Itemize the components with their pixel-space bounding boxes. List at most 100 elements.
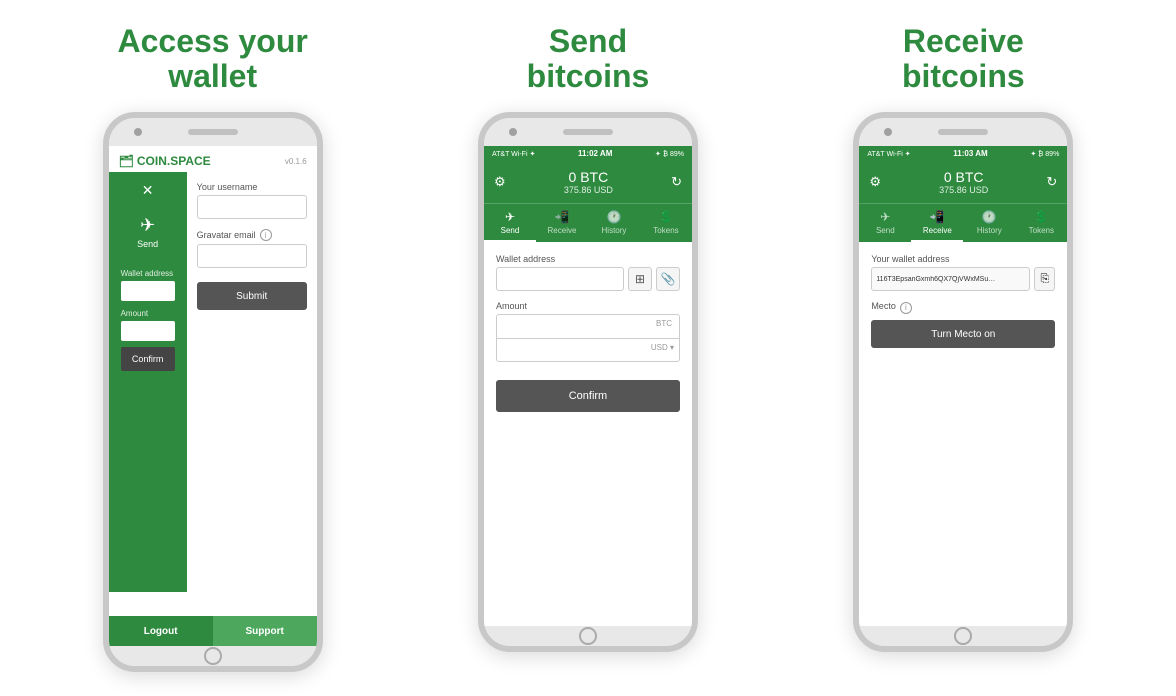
tab-history-label-2: History (602, 226, 627, 235)
mecto-row: Mecto i (871, 301, 1055, 314)
logout-button[interactable]: Logout (109, 616, 213, 646)
wallet-address-display-group: 116T3EpsanGxmh6QX7QjVWxMSunLTAoK4 ⎘ (871, 267, 1055, 291)
time-3: 11:03 AM (953, 149, 987, 158)
wallet-address-label-send: Wallet address (496, 254, 680, 264)
confirm-button-send[interactable]: Confirm (496, 380, 680, 412)
username-group: Your username (197, 182, 307, 219)
battery-2: ✦ ₿ 89% (655, 150, 684, 158)
send-confirm-btn-side[interactable]: Confirm (121, 347, 175, 371)
wallet-address-input-send[interactable] (496, 267, 624, 291)
phone-speaker-3 (938, 129, 988, 135)
qr-scan-btn[interactable]: ⊞ (628, 267, 652, 291)
gear-icon-3[interactable]: ⚙ (869, 174, 881, 190)
username-input[interactable] (197, 195, 307, 219)
tab-send-3[interactable]: ✈ Send (859, 204, 911, 242)
tab-tokens-3[interactable]: 💲 Tokens (1015, 204, 1067, 242)
wallet-address-group-receive: Your wallet address 116T3EpsanGxmh6QX7Qj… (871, 254, 1055, 291)
carrier-3: AT&T Wi-Fi ✦ (867, 150, 910, 158)
balance-display-3: 0 BTC 375.86 USD (939, 169, 988, 195)
status-bar-2: AT&T Wi-Fi ✦ 11:02 AM ✦ ₿ 89% (484, 146, 692, 161)
logo: 🗂 COIN.SPACE (119, 154, 211, 168)
mecto-label: Mecto (871, 301, 896, 311)
side-panel-form: Wallet address Amount Confirm (113, 269, 183, 371)
tab-tokens-2[interactable]: 💲 Tokens (640, 204, 692, 242)
tab-receive-label-2: Receive (548, 226, 577, 235)
phone-camera-1 (134, 128, 142, 136)
phone-send-bitcoins: AT&T Wi-Fi ✦ 11:02 AM ✦ ₿ 89% ⚙ 0 BTC 37… (478, 112, 698, 652)
wallet-address-label-receive: Your wallet address (871, 254, 1055, 264)
carrier-2: AT&T Wi-Fi ✦ (492, 150, 535, 158)
email-label: Gravatar email i (197, 229, 307, 241)
tab-history-icon-3: 🕐 (982, 210, 997, 224)
amount-input-side[interactable] (121, 321, 175, 341)
tab-send-icon-2: ✈ (505, 210, 515, 224)
receive-form: Your wallet address 116T3EpsanGxmh6QX7Qj… (859, 242, 1067, 360)
time-2: 11:02 AM (578, 149, 612, 158)
wallet-address-input-side[interactable] (121, 281, 175, 301)
home-button-3[interactable] (954, 627, 972, 645)
app-header-3: ⚙ 0 BTC 375.86 USD ↻ (859, 161, 1067, 203)
phone-bottom-bar-3 (859, 626, 1067, 646)
bottom-bar: Logout Support (109, 616, 317, 646)
mecto-label-group: Mecto i (871, 301, 912, 314)
email-info-icon: i (260, 229, 272, 241)
usd-amount-3: 375.86 USD (939, 185, 988, 195)
usd-input-wrapper: USD ▾ (496, 338, 680, 362)
usd-currency-label: USD ▾ (651, 343, 674, 352)
phone-screen-3: AT&T Wi-Fi ✦ 11:03 AM ✦ ₿ 89% ⚙ 0 BTC 37… (859, 146, 1067, 626)
tab-send-icon-3: ✈ (880, 210, 890, 224)
wallet-address-label-side: Wallet address (121, 269, 175, 278)
turn-mecto-button[interactable]: Turn Mecto on (871, 320, 1055, 348)
side-send-panel: ✕ ✈ Send Wallet address Amount Confirm (109, 172, 187, 592)
phone-top-bar-1 (109, 118, 317, 146)
tab-tokens-label-3: Tokens (1029, 226, 1054, 235)
section-receive-bitcoins: Receive bitcoins AT&T Wi-Fi ✦ 11:03 AM ✦… (791, 24, 1136, 652)
login-header: 🗂 COIN.SPACE v0.1.6 (109, 146, 317, 172)
tab-history-2[interactable]: 🕐 History (588, 204, 640, 242)
phone-camera-3 (884, 128, 892, 136)
tab-history-icon-2: 🕐 (607, 210, 622, 224)
btc-amount-3: 0 BTC (939, 169, 988, 185)
close-side-panel-btn[interactable]: ✕ (142, 182, 154, 199)
phone-screen-1: 🗂 COIN.SPACE v0.1.6 ✕ ✈ Send Wal (109, 146, 317, 646)
support-button[interactable]: Support (213, 616, 317, 646)
tab-receive-icon-2: 📲 (555, 210, 570, 224)
wallet-address-input-group: ⊞ 📎 (496, 267, 680, 291)
usd-amount-2: 375.86 USD (564, 185, 613, 195)
send-panel-label: Send (137, 239, 158, 249)
btc-input-wrapper: BTC (496, 314, 680, 338)
btc-amount-input[interactable] (496, 314, 680, 338)
username-label: Your username (197, 182, 307, 192)
version-text: v0.1.6 (285, 157, 307, 166)
app-header-2: ⚙ 0 BTC 375.86 USD ↻ (484, 161, 692, 203)
amount-label-send: Amount (496, 301, 680, 311)
phone-bottom-bar-2 (484, 626, 692, 646)
refresh-icon-2[interactable]: ↻ (671, 174, 682, 190)
section-title-send: Send bitcoins (527, 24, 650, 94)
amount-label-side: Amount (121, 309, 175, 318)
home-button-2[interactable] (579, 627, 597, 645)
section-title-receive: Receive bitcoins (902, 24, 1025, 94)
tab-tokens-icon-2: 💲 (659, 210, 674, 224)
nav-tabs-2: ✈ Send 📲 Receive 🕐 History 💲 Tokens (484, 203, 692, 242)
tab-receive-3[interactable]: 📲 Receive (911, 204, 963, 242)
tab-receive-2[interactable]: 📲 Receive (536, 204, 588, 242)
wallet-address-value: 116T3EpsanGxmh6QX7QjVWxMSunLTAoK4 (871, 267, 1030, 291)
paste-btn[interactable]: 📎 (656, 267, 680, 291)
phone-speaker-2 (563, 129, 613, 135)
gear-icon-2[interactable]: ⚙ (494, 174, 506, 190)
btc-currency-label: BTC (656, 319, 672, 328)
tab-send-2[interactable]: ✈ Send (484, 204, 536, 242)
phone-bottom-bar-1 (109, 646, 317, 666)
copy-address-btn[interactable]: ⎘ (1034, 267, 1055, 291)
refresh-icon-3[interactable]: ↻ (1046, 174, 1057, 190)
tab-tokens-label-2: Tokens (653, 226, 678, 235)
email-input[interactable] (197, 244, 307, 268)
tab-history-3[interactable]: 🕐 History (963, 204, 1015, 242)
mecto-info-icon: i (900, 302, 912, 314)
login-form: Your username Gravatar email i Submit (187, 172, 317, 592)
submit-button[interactable]: Submit (197, 282, 307, 310)
home-button-1[interactable] (204, 647, 222, 665)
tab-tokens-icon-3: 💲 (1034, 210, 1049, 224)
nav-tabs-3: ✈ Send 📲 Receive 🕐 History 💲 Tokens (859, 203, 1067, 242)
